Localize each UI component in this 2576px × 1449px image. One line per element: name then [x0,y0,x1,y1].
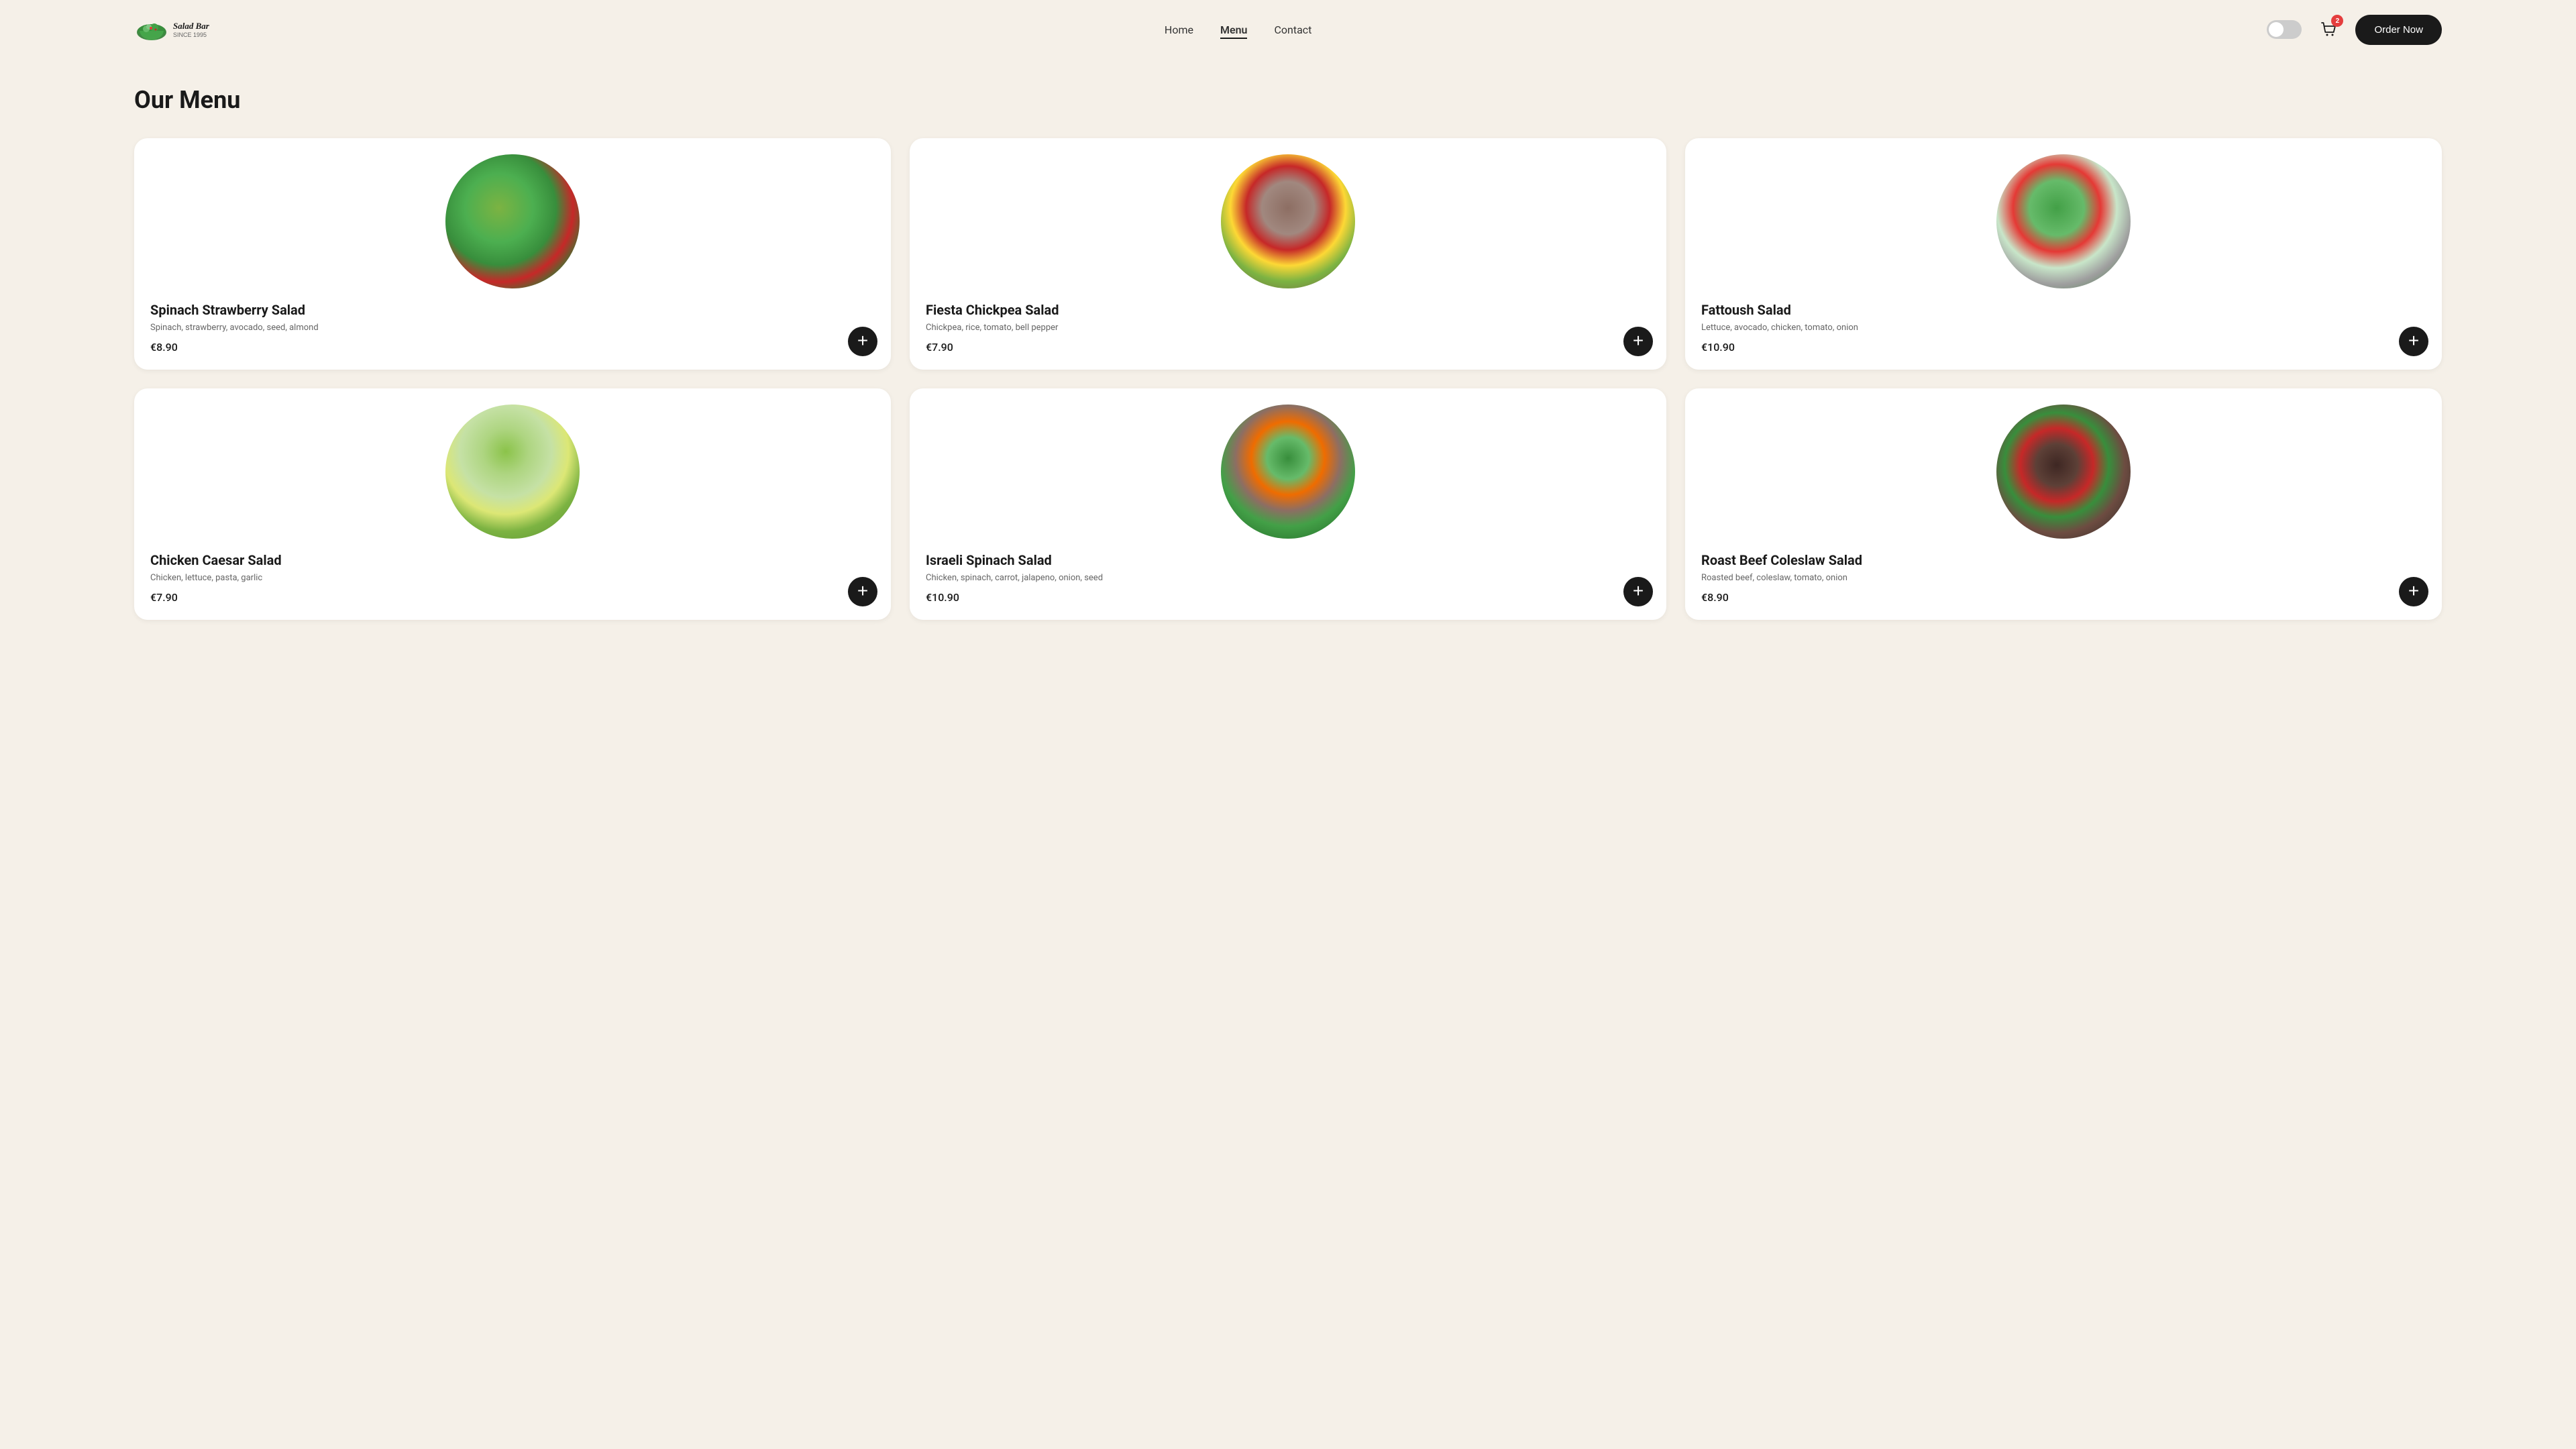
theme-toggle[interactable] [2267,20,2302,39]
card-image-spinach-strawberry [445,154,580,288]
nav-contact[interactable]: Contact [1274,23,1311,36]
card-name-fattoush: Fattoush Salad [1701,302,1791,318]
menu-card-fattoush: Fattoush Salad Lettuce, avocado, chicken… [1685,138,2442,370]
card-image-wrapper [1701,154,2426,288]
main-nav: Home Menu Contact [1165,23,1311,36]
nav-home[interactable]: Home [1165,23,1193,36]
card-add-btn-spinach-strawberry[interactable]: + [848,327,877,356]
order-now-button[interactable]: Order Now [2355,15,2442,45]
card-image-fattoush [1996,154,2131,288]
card-image-wrapper [926,154,1650,288]
card-price-chicken-caesar: €7.90 [150,591,178,604]
card-name-spinach-strawberry: Spinach Strawberry Salad [150,302,305,318]
card-image-israeli-spinach [1221,405,1355,539]
card-ingredients-spinach-strawberry: Spinach, strawberry, avocado, seed, almo… [150,322,319,334]
card-image-fiesta-chickpea [1221,154,1355,288]
card-ingredients-israeli-spinach: Chicken, spinach, carrot, jalapeno, onio… [926,572,1103,584]
page-title: Our Menu [134,86,2442,114]
logo-since: SINCE 1995 [173,32,209,38]
card-ingredients-fiesta-chickpea: Chickpea, rice, tomato, bell pepper [926,322,1058,334]
card-name-fiesta-chickpea: Fiesta Chickpea Salad [926,302,1059,318]
cart-button[interactable]: 2 [2314,15,2343,44]
card-image-wrapper [926,405,1650,539]
card-price-fattoush: €10.90 [1701,341,1735,354]
card-name-chicken-caesar: Chicken Caesar Salad [150,552,282,568]
header-actions: 2 Order Now [2267,15,2442,45]
card-name-roast-beef-coleslaw: Roast Beef Coleslaw Salad [1701,552,1862,568]
menu-card-israeli-spinach: Israeli Spinach Salad Chicken, spinach, … [910,388,1666,620]
menu-card-roast-beef-coleslaw: Roast Beef Coleslaw Salad Roasted beef, … [1685,388,2442,620]
card-add-btn-chicken-caesar[interactable]: + [848,577,877,606]
card-add-btn-israeli-spinach[interactable]: + [1623,577,1653,606]
card-image-roast-beef-coleslaw [1996,405,2131,539]
card-price-spinach-strawberry: €8.90 [150,341,178,354]
card-image-wrapper [1701,405,2426,539]
card-ingredients-fattoush: Lettuce, avocado, chicken, tomato, onion [1701,322,1858,334]
logo-brand-name: Salad Bar [173,21,209,32]
menu-card-spinach-strawberry: Spinach Strawberry Salad Spinach, strawb… [134,138,891,370]
card-add-btn-fiesta-chickpea[interactable]: + [1623,327,1653,356]
card-add-btn-roast-beef-coleslaw[interactable]: + [2399,577,2428,606]
logo-icon [134,12,169,47]
main-content: Our Menu Spinach Strawberry Salad Spinac… [0,59,2576,660]
menu-card-fiesta-chickpea: Fiesta Chickpea Salad Chickpea, rice, to… [910,138,1666,370]
card-image-wrapper [150,154,875,288]
logo[interactable]: Salad Bar SINCE 1995 [134,12,209,47]
nav-menu[interactable]: Menu [1220,23,1247,36]
cart-count: 2 [2331,15,2343,27]
card-ingredients-chicken-caesar: Chicken, lettuce, pasta, garlic [150,572,262,584]
card-add-btn-fattoush[interactable]: + [2399,327,2428,356]
card-image-wrapper [150,405,875,539]
card-price-fiesta-chickpea: €7.90 [926,341,953,354]
header: Salad Bar SINCE 1995 Home Menu Contact 2… [0,0,2576,59]
card-ingredients-roast-beef-coleslaw: Roasted beef, coleslaw, tomato, onion [1701,572,1847,584]
card-image-chicken-caesar [445,405,580,539]
menu-grid: Spinach Strawberry Salad Spinach, strawb… [134,138,2442,620]
card-price-roast-beef-coleslaw: €8.90 [1701,591,1729,604]
menu-card-chicken-caesar: Chicken Caesar Salad Chicken, lettuce, p… [134,388,891,620]
card-price-israeli-spinach: €10.90 [926,591,959,604]
card-name-israeli-spinach: Israeli Spinach Salad [926,552,1052,568]
